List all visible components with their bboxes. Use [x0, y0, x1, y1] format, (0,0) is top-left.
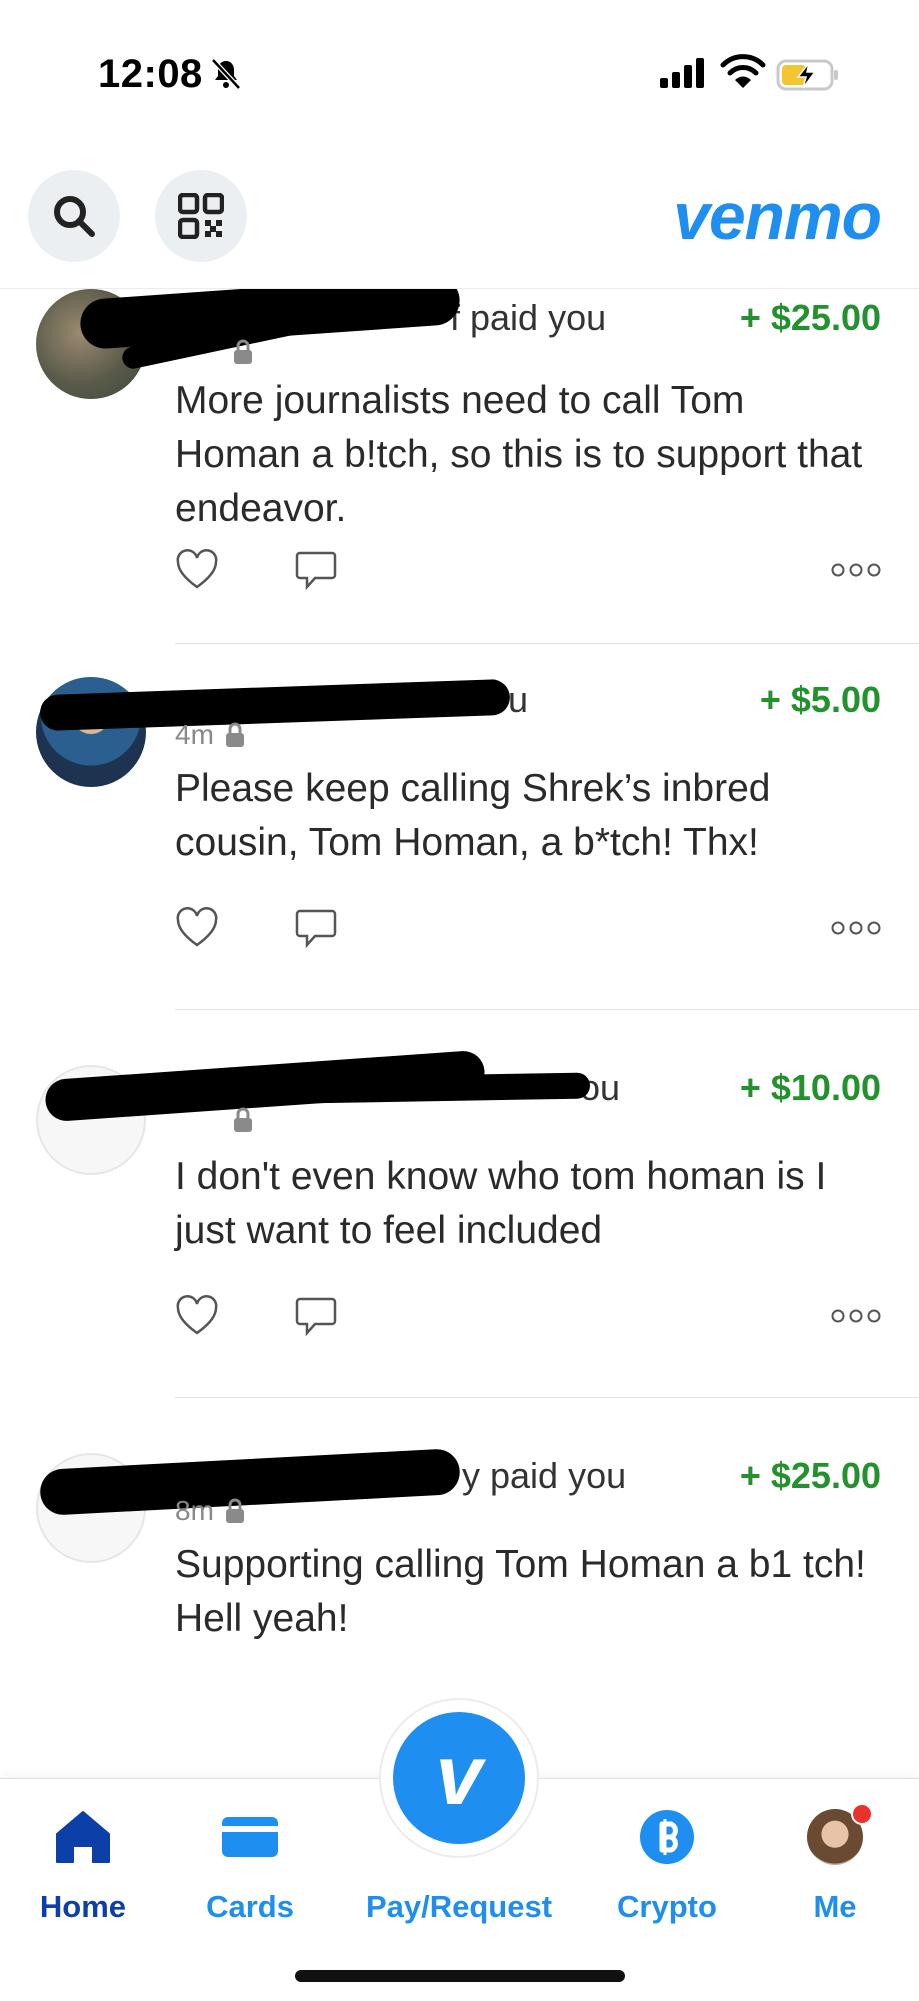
feed-story[interactable]: f paid you + $25.00 More journalists nee…	[0, 289, 919, 647]
amount: + $10.00	[739, 1067, 881, 1108]
tab-label: Cards	[206, 1889, 294, 1924]
lock-icon	[225, 1498, 244, 1523]
amount: + $25.00	[739, 1455, 881, 1496]
tab-label: Pay/Request	[365, 1889, 553, 1924]
tab-label: Crypto	[617, 1889, 717, 1924]
feed-story[interactable]: ou + $10.00 I don't even know who tom ho…	[0, 1035, 919, 1423]
timestamp: 4m	[175, 719, 214, 750]
tab-home[interactable]: Home	[8, 1807, 158, 1925]
venmo-v-icon: v	[435, 1727, 483, 1822]
more-options-icon[interactable]	[831, 562, 881, 578]
notification-dot	[851, 1803, 873, 1825]
tab-crypto[interactable]: Crypto	[592, 1807, 742, 1925]
story-meta: 8m	[175, 1495, 246, 1527]
pay-request-fab[interactable]: v	[381, 1700, 537, 1856]
home-icon	[56, 1811, 110, 1863]
tab-label: Home	[39, 1889, 127, 1924]
redaction-mark	[299, 1072, 591, 1104]
actor-text: u	[508, 679, 529, 720]
qr-code-icon	[178, 193, 224, 239]
more-options-icon[interactable]	[831, 1308, 881, 1324]
more-options-icon[interactable]	[831, 920, 881, 936]
lock-icon	[234, 1107, 252, 1132]
heart-icon[interactable]	[175, 549, 219, 591]
qr-code-button[interactable]	[155, 170, 247, 262]
divider	[175, 1009, 919, 1010]
comment-icon[interactable]	[295, 549, 337, 593]
story-meta	[232, 1107, 254, 1133]
search-button[interactable]	[28, 170, 120, 262]
battery-charging-icon	[776, 59, 838, 91]
status-bar: 12:08	[0, 0, 919, 150]
clock: 12:08	[98, 52, 203, 96]
venmo-logo: venmo	[673, 179, 882, 253]
story-meta	[232, 339, 254, 365]
payment-note: Please keep calling Shrek’s inbred cousi…	[175, 767, 771, 864]
tab-me[interactable]: Me	[760, 1803, 910, 1925]
crypto-icon	[640, 1810, 694, 1864]
tab-label: Me	[813, 1889, 857, 1924]
feed-story[interactable]: u + $5.00 4m Please keep calling Shrek’s…	[0, 647, 919, 1035]
transaction-feed[interactable]: f paid you + $25.00 More journalists nee…	[0, 289, 919, 1779]
cellular-signal-icon	[660, 58, 704, 88]
divider	[175, 643, 919, 644]
payment-note: Supporting calling Tom Homan a b1 tch! H…	[175, 1543, 866, 1640]
timestamp: 8m	[175, 1495, 214, 1526]
amount: + $25.00	[739, 297, 881, 338]
home-indicator[interactable]	[295, 1970, 625, 1982]
actor-text: f paid you	[450, 297, 607, 338]
bell-muted-icon	[211, 58, 241, 90]
lock-icon	[234, 339, 252, 364]
lock-icon	[225, 722, 244, 747]
actor-text: y paid you	[462, 1455, 627, 1496]
tab-cards[interactable]: Cards	[175, 1807, 325, 1925]
search-icon	[54, 196, 95, 237]
wifi-icon	[720, 54, 766, 88]
card-icon	[222, 1817, 278, 1857]
app-header: venmo	[0, 150, 919, 289]
comment-icon[interactable]	[295, 1295, 337, 1339]
heart-icon[interactable]	[175, 907, 219, 949]
comment-icon[interactable]	[295, 907, 337, 951]
amount: + $5.00	[759, 679, 881, 720]
payment-note: I don't even know who tom homan is I jus…	[175, 1155, 827, 1252]
heart-icon[interactable]	[175, 1295, 219, 1337]
story-meta: 4m	[175, 719, 246, 751]
venmo-v-button[interactable]: v	[393, 1712, 525, 1844]
divider	[175, 1397, 919, 1398]
payment-note: More journalists need to call Tom Homan …	[175, 379, 863, 530]
